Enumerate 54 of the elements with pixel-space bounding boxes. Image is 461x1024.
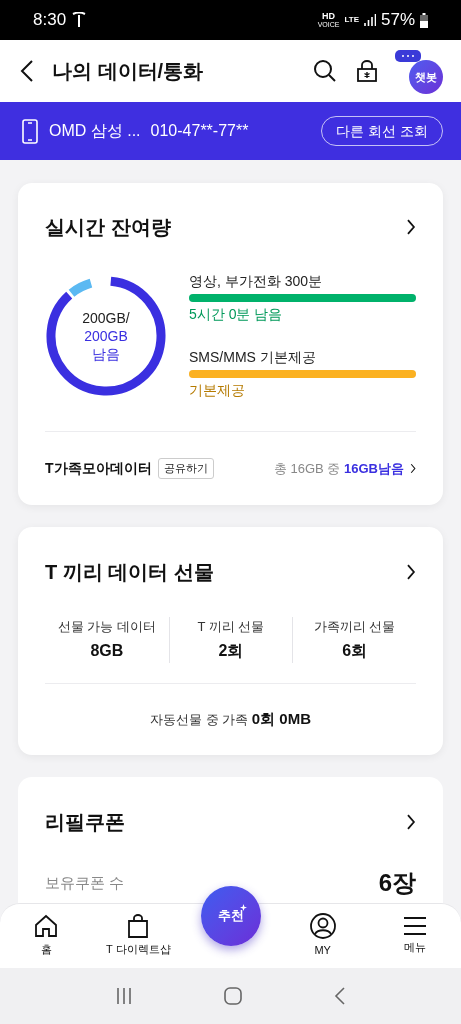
auto-gift-text: 자동선물 중 가족 0회 0MB bbox=[150, 709, 311, 729]
menu-icon bbox=[403, 916, 426, 937]
home-button-icon[interactable] bbox=[224, 987, 242, 1005]
usage-status: 5시간 0분 남음 bbox=[189, 304, 284, 324]
remaining-data: 200GB bbox=[84, 326, 128, 345]
donut-chart-icon bbox=[45, 274, 167, 397]
tesla-logo-icon bbox=[72, 12, 87, 28]
speech-bubble-icon bbox=[395, 50, 421, 64]
family-data-summary[interactable]: 총 16GB 중 16GB남음 bbox=[273, 458, 404, 479]
home-icon bbox=[34, 914, 59, 939]
nav-tab[interactable]: MY bbox=[276, 913, 369, 959]
device-name: OMD 삼성 ... bbox=[49, 121, 141, 141]
back-icon[interactable] bbox=[20, 60, 34, 82]
total-data: 200GB/ bbox=[82, 308, 130, 327]
gift-stat-label: T 끼리 선물 bbox=[197, 618, 265, 636]
hd-indicator: HD bbox=[322, 12, 336, 21]
gift-stat-value: 8GB bbox=[90, 640, 124, 661]
nav-tab[interactable]: 메뉴 bbox=[368, 916, 461, 956]
remaining-label: 남음 bbox=[92, 344, 120, 363]
nav-tab[interactable]: T 다이렉트샵 bbox=[92, 914, 185, 958]
gift-stat-label: 가족끼리 선물 bbox=[313, 618, 396, 636]
clock: 8:30 bbox=[33, 9, 67, 32]
signal-icon bbox=[363, 14, 376, 26]
card-title: 실시간 잔여량 bbox=[45, 214, 171, 240]
family-data-label: T가족모아데이터 bbox=[45, 458, 152, 478]
usage-label: 영상, 부가전화 300분 bbox=[189, 271, 324, 291]
usage-label: SMS/MMS 기본제공 bbox=[189, 347, 317, 367]
coupon-count: 6장 bbox=[378, 868, 416, 898]
page-title: 나의 데이터/통화 bbox=[52, 59, 204, 84]
chevron-right-icon[interactable] bbox=[406, 217, 416, 236]
phone-icon bbox=[22, 118, 38, 144]
card-title: T 끼리 데이터 선물 bbox=[45, 560, 214, 585]
gift-stat-value: 2회 bbox=[218, 640, 244, 661]
phone-number: 010-47**-77** bbox=[150, 121, 249, 141]
battery-icon bbox=[420, 12, 428, 28]
share-button[interactable]: 공유하기 bbox=[157, 457, 214, 479]
chevron-right-icon[interactable] bbox=[409, 462, 416, 474]
gift-stat-label: 선물 가능 데이터 bbox=[57, 618, 156, 636]
battery-percent: 57% bbox=[380, 9, 415, 32]
card-title: 리필쿠폰 bbox=[45, 810, 125, 835]
chevron-right-icon[interactable] bbox=[406, 813, 416, 831]
lock-icon[interactable] bbox=[357, 60, 377, 82]
shopping-bag-icon bbox=[127, 914, 150, 939]
chevron-right-icon[interactable] bbox=[406, 563, 416, 581]
nav-tab[interactable]: 홈 bbox=[0, 914, 93, 958]
user-icon bbox=[309, 913, 336, 940]
gift-stat-value: 6회 bbox=[342, 640, 368, 661]
chatbot-button[interactable]: 챗봇 bbox=[409, 60, 443, 94]
sparkle-icon bbox=[240, 904, 247, 911]
search-icon[interactable] bbox=[313, 59, 337, 83]
recent-apps-icon[interactable] bbox=[116, 988, 132, 1004]
usage-status: 기본제공 bbox=[189, 380, 246, 400]
lte-indicator: LTE bbox=[344, 14, 359, 26]
coupon-label: 보유쿠폰 수 bbox=[45, 872, 125, 893]
